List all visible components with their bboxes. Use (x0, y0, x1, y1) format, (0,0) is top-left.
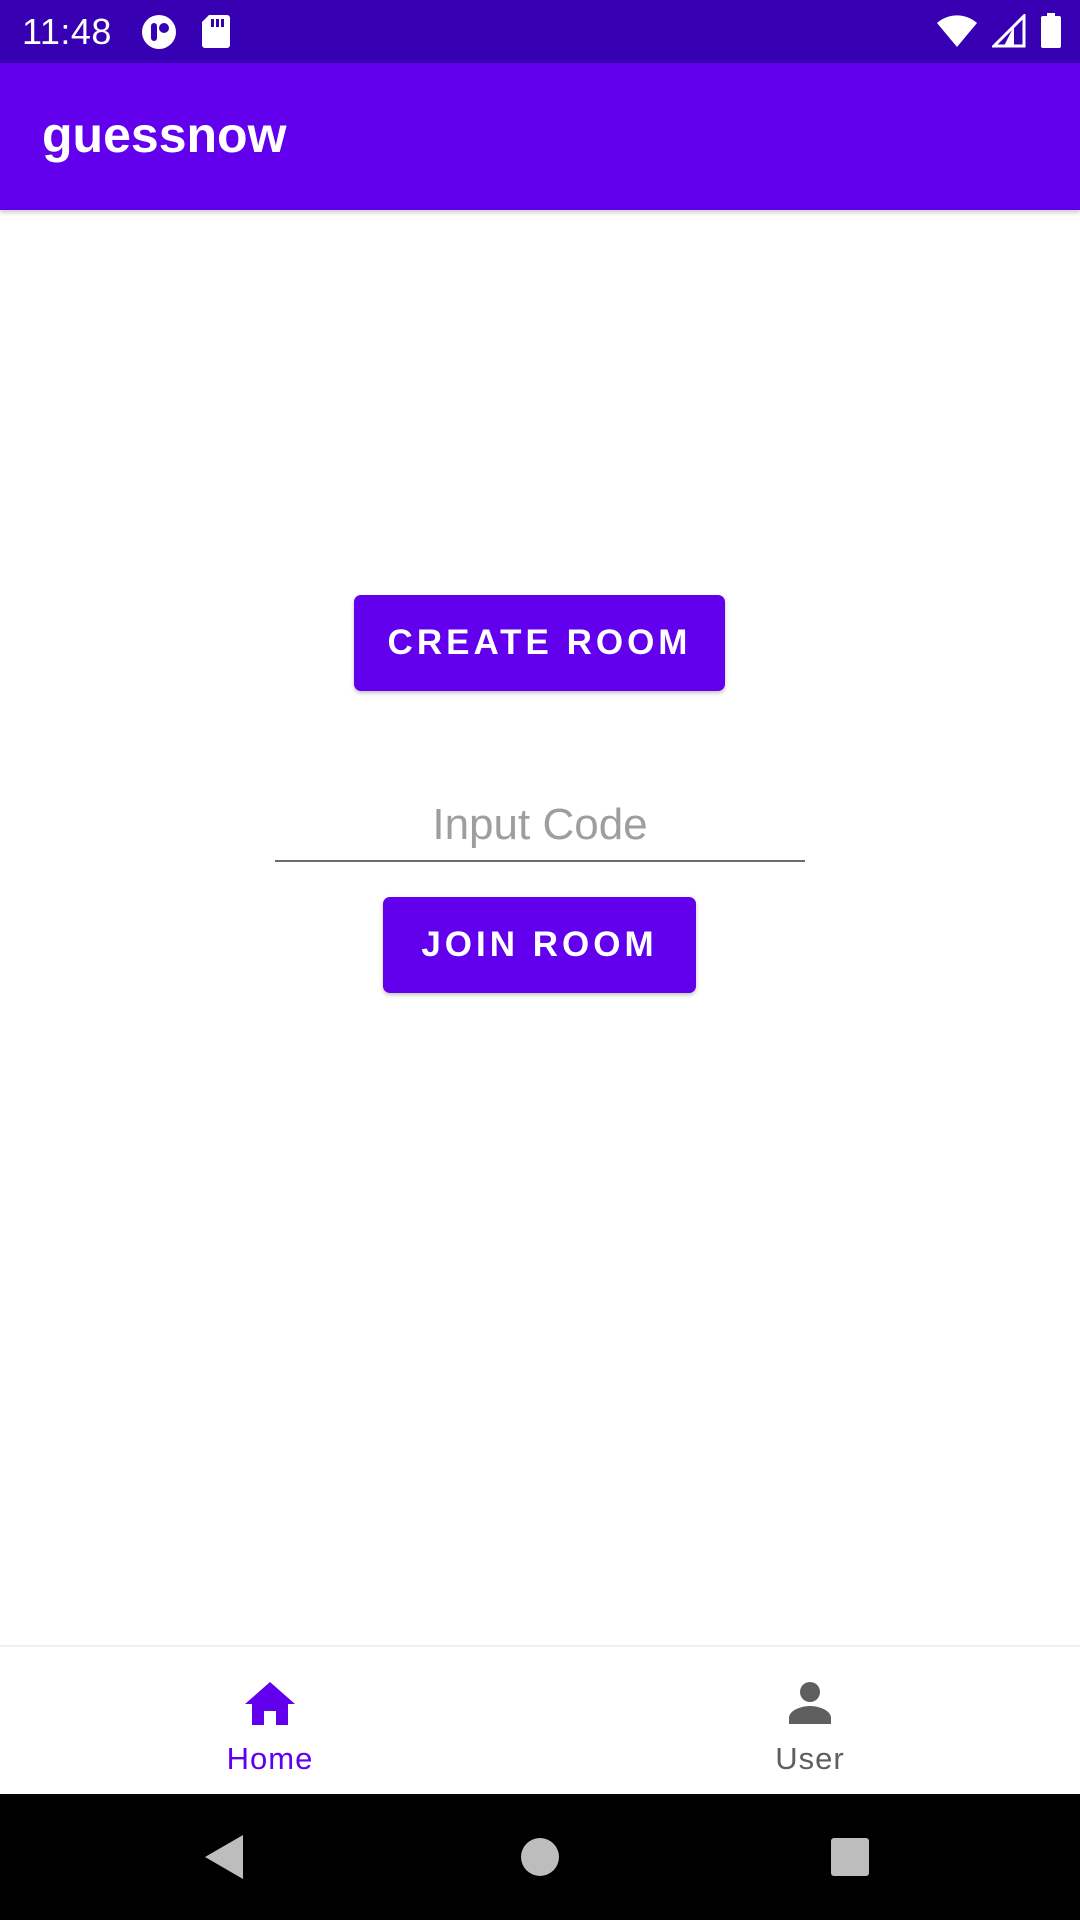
status-time: 11:48 (22, 11, 112, 52)
status-right-icons (936, 12, 1062, 54)
system-navigation-bar (0, 1794, 1080, 1920)
join-room-button[interactable]: JOIN ROOM (383, 897, 696, 993)
nav-item-home[interactable]: Home (0, 1647, 540, 1796)
notification-app-icon (140, 13, 178, 56)
nav-label-home: Home (226, 1741, 314, 1776)
home-icon (243, 1675, 297, 1731)
app-title: guessnow (42, 107, 287, 163)
battery-icon (1040, 13, 1062, 54)
bottom-navigation: Home User (0, 1645, 1080, 1794)
nav-label-user: User (775, 1741, 845, 1776)
screen: 11:48 guessnow CREATE ROOM Input Code JO… (0, 0, 1080, 1920)
wifi-icon (936, 14, 978, 53)
cell-signal-icon (990, 12, 1026, 53)
back-icon[interactable] (185, 1824, 265, 1890)
home-circle-icon[interactable] (500, 1824, 580, 1890)
nav-item-user[interactable]: User (540, 1647, 1080, 1796)
person-icon (788, 1675, 832, 1731)
status-bar: 11:48 (0, 0, 1080, 63)
status-left-icons (140, 13, 232, 56)
code-input[interactable] (275, 790, 805, 862)
sd-card-icon (200, 13, 232, 56)
app-bar: guessnow (0, 63, 1080, 210)
create-room-button[interactable]: CREATE ROOM (354, 595, 725, 691)
recents-icon[interactable] (810, 1824, 890, 1890)
